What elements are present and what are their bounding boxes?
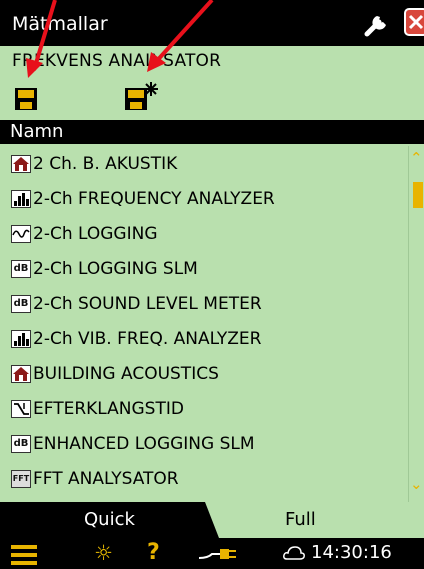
floppy-disk-new-icon[interactable] [124, 81, 160, 111]
tab-full[interactable]: Full [205, 502, 424, 538]
logging-slm-icon-text: dB [13, 262, 29, 274]
view-tabs: Quick Full [0, 502, 424, 538]
list-item[interactable]: 2-Ch LOGGING [0, 216, 408, 251]
tab-full-label: Full [285, 509, 316, 530]
cloud-icon [283, 546, 305, 560]
wrench-icon[interactable] [362, 10, 392, 38]
logging-slm-icon: dB [11, 259, 31, 278]
list-scrollbar[interactable]: ⌃ ⌄ [408, 146, 424, 502]
frequency-analyzer-icon [11, 329, 31, 348]
list-item[interactable]: 2 Ch. B. AKUSTIK [0, 146, 408, 181]
list-item[interactable]: 2-Ch VIB. FREQ. ANALYZER [0, 321, 408, 356]
list-item-label: 2-Ch VIB. FREQ. ANALYZER [33, 328, 262, 349]
power-plug-icon [198, 549, 236, 559]
status-bar: ☼ ? 14:30:16 [0, 538, 424, 569]
list-item[interactable]: FFT FFT ANALYSATOR [0, 461, 408, 496]
scroll-thumb[interactable] [413, 182, 423, 208]
list-item[interactable]: dB ENHANCED LOGGING SLM [0, 426, 408, 461]
logging-slm-icon-text: dB [13, 437, 29, 449]
list-item[interactable]: dB 2-Ch LOGGING SLM [0, 251, 408, 286]
measurement-templates-screen: Mätmallar FREKVENS ANALYSATOR Namn 2 Ch.… [0, 0, 424, 569]
fft-icon: FFT [11, 469, 31, 488]
building-acoustics-icon [11, 154, 31, 173]
menu-icon[interactable] [11, 545, 37, 565]
tab-quick-label: Quick [84, 509, 135, 530]
frequency-analyzer-icon [11, 189, 31, 208]
list-item-label: 2-Ch FREQUENCY ANALYZER [33, 188, 275, 209]
template-subtitle: FREKVENS ANALYSATOR [12, 51, 222, 71]
close-button[interactable] [404, 8, 424, 36]
list-item-label: 2 Ch. B. AKUSTIK [33, 153, 178, 174]
scroll-down-icon[interactable]: ⌄ [410, 476, 423, 492]
logging-icon [11, 224, 31, 243]
logging-slm-icon: dB [11, 434, 31, 453]
title-bar: Mätmallar [0, 0, 424, 46]
column-header: Namn [0, 120, 424, 144]
clock-time: 14:30:16 [311, 542, 392, 563]
sound-level-meter-icon: dB [11, 294, 31, 313]
help-icon[interactable]: ? [147, 541, 160, 565]
building-acoustics-icon [11, 364, 31, 383]
list-item-label: ENHANCED LOGGING SLM [33, 433, 255, 454]
scroll-up-icon[interactable]: ⌃ [410, 150, 423, 166]
close-icon [408, 14, 424, 30]
fft-icon-text: FFT [12, 473, 30, 483]
list-item-label: FFT ANALYSATOR [33, 468, 179, 489]
sound-level-meter-icon-text: dB [13, 297, 29, 309]
tab-quick[interactable]: Quick [0, 502, 210, 538]
list-item-label: 2-Ch SOUND LEVEL METER [33, 293, 262, 314]
list-item[interactable]: BUILDING ACOUSTICS [0, 356, 408, 391]
template-list: 2 Ch. B. AKUSTIK 2-Ch FREQUENCY ANALYZER… [0, 146, 408, 502]
list-item[interactable]: 2-Ch FREQUENCY ANALYZER [0, 181, 408, 216]
template-header: FREKVENS ANALYSATOR [0, 46, 424, 120]
floppy-disk-icon[interactable] [14, 87, 38, 111]
list-item-label: 2-Ch LOGGING SLM [33, 258, 198, 279]
list-item[interactable]: dB 2-Ch SOUND LEVEL METER [0, 286, 408, 321]
list-item-label: EFTERKLANGSTID [33, 398, 184, 419]
window-title: Mätmallar [12, 13, 108, 35]
reverberation-time-icon [11, 399, 31, 418]
list-item-label: BUILDING ACOUSTICS [33, 363, 219, 384]
list-item[interactable]: EFTERKLANGSTID [0, 391, 408, 426]
brightness-icon[interactable]: ☼ [94, 542, 113, 564]
list-item-label: 2-Ch LOGGING [33, 223, 158, 244]
column-header-name: Namn [10, 121, 64, 142]
